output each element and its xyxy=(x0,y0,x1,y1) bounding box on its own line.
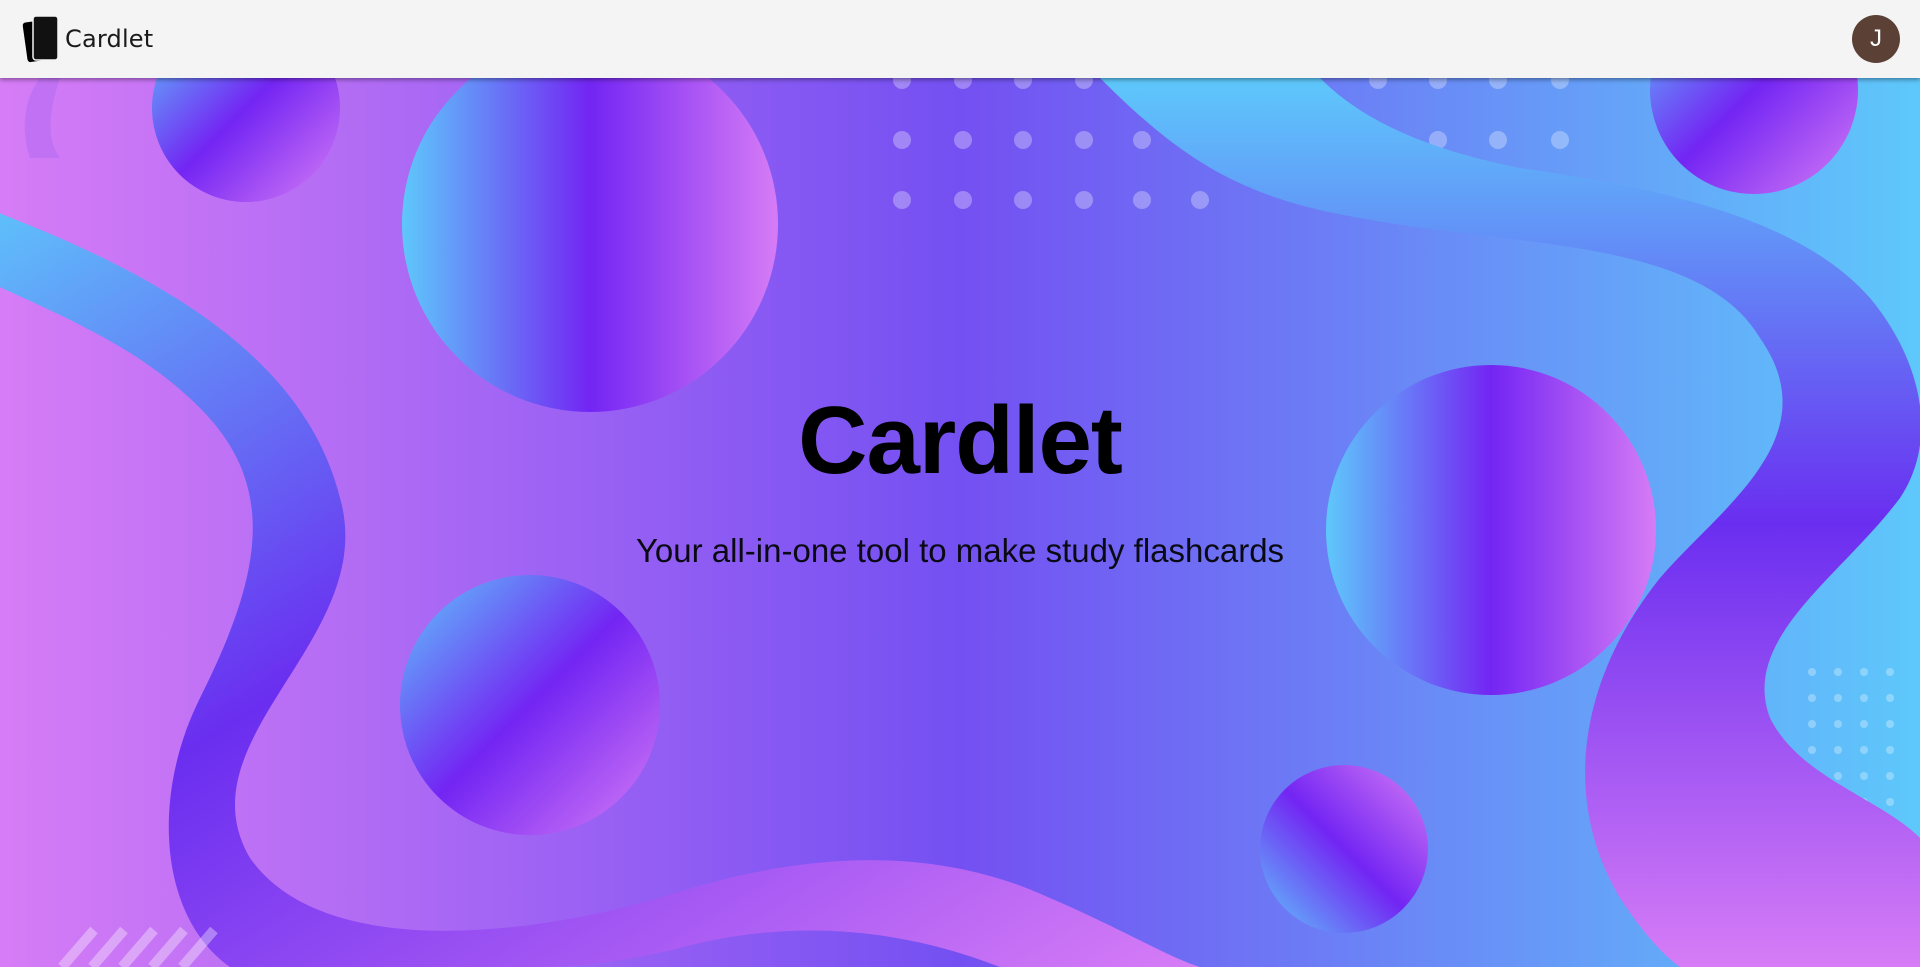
hero-subtitle: Your all-in-one tool to make study flash… xyxy=(635,532,1285,569)
hero-background-artwork xyxy=(0,78,1920,967)
cards-icon xyxy=(22,15,59,63)
hero-title: Cardlet xyxy=(798,387,1123,494)
brand-name: Cardlet xyxy=(65,25,154,53)
top-navigation-bar: Cardlet J xyxy=(0,0,1920,78)
brand-home-link[interactable]: Cardlet xyxy=(22,13,153,65)
user-avatar[interactable]: J xyxy=(1852,15,1900,63)
hero-section: Cardlet Your all-in-one tool to make stu… xyxy=(0,78,1920,967)
